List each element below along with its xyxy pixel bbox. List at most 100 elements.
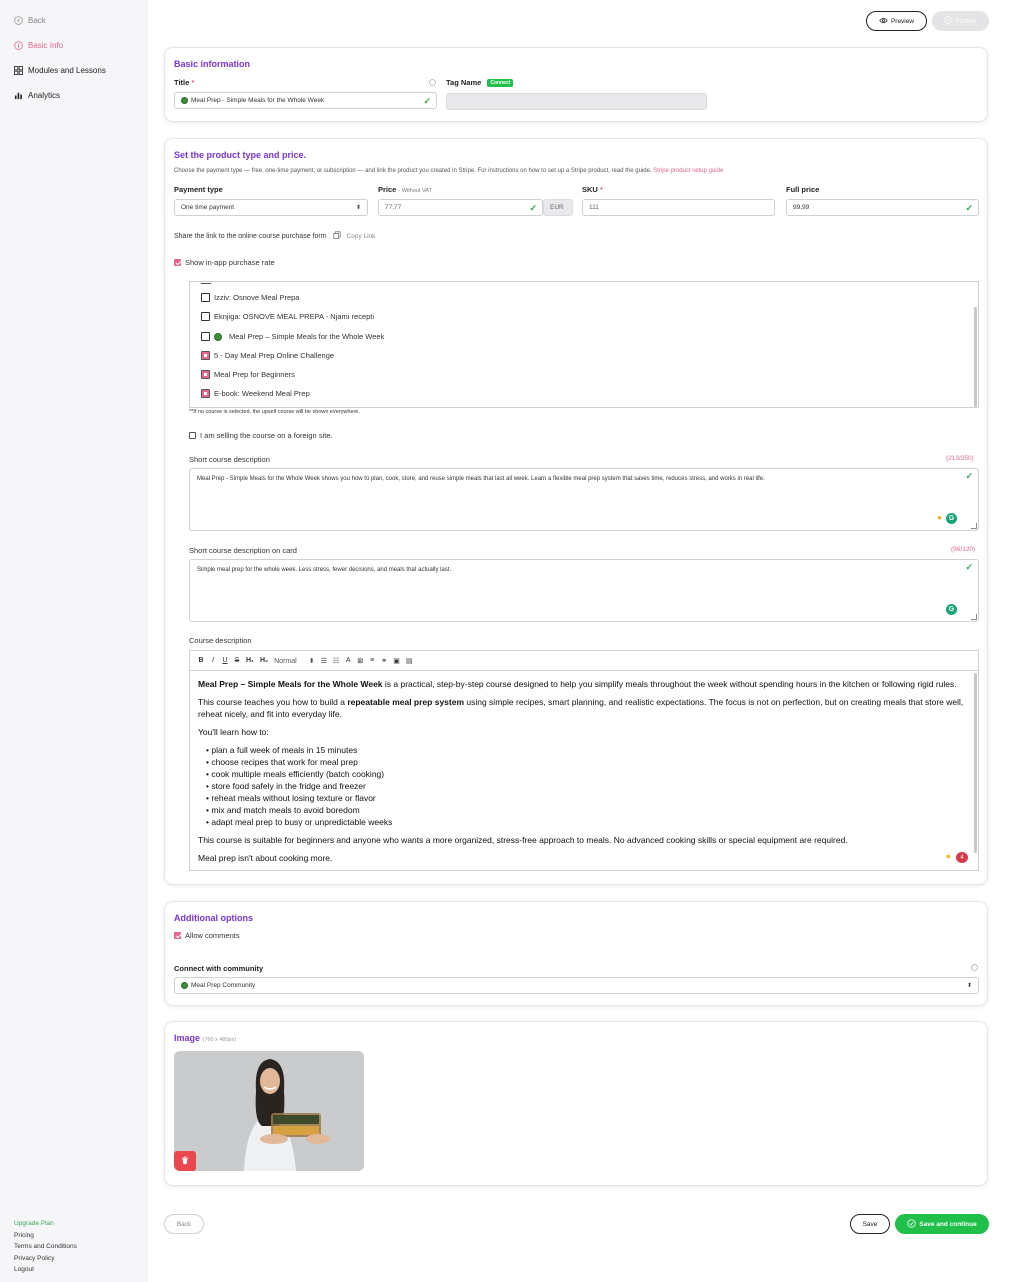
price-input[interactable]: 77,77 ✓ (378, 199, 543, 216)
list-item[interactable]: 5 - Day Meal Prep Online Challenge (201, 351, 334, 360)
list-item[interactable]: Meal Prep – Simple Meals for the Whole W… (201, 332, 384, 341)
list-item: mix and match meals to avoid boredom (206, 804, 970, 816)
course-desc-editor[interactable]: Meal Prep – Simple Meals for the Whole W… (189, 670, 979, 871)
list-item[interactable]: Eknjiga: OSNOVE MEAL PREPA - Njami recep… (201, 312, 374, 321)
tag-name-label: Tag Name Connect (446, 78, 514, 88)
check-icon: ✓ (965, 471, 973, 481)
course-checkbox[interactable] (201, 293, 210, 302)
bullet-list-icon[interactable]: ☷ (333, 657, 339, 665)
save-continue-button[interactable]: Save and continue (895, 1214, 989, 1234)
stripe-guide-link[interactable]: Stripe product setup guide (653, 168, 723, 174)
format-select[interactable]: Normal ⬍ (274, 657, 315, 665)
heading2-icon[interactable]: H₂ (260, 657, 268, 664)
italic-icon[interactable]: I (210, 657, 216, 664)
copy-link-button[interactable]: Copy Link (347, 233, 376, 240)
lightbulb-icon[interactable]: ● (946, 850, 951, 862)
card-desc-textarea[interactable]: Simple meal prep for the whole week. Les… (189, 559, 979, 622)
sidebar-item-analytics[interactable]: Analytics (14, 91, 60, 100)
heading1-icon[interactable]: H₁ (246, 657, 254, 664)
upsell-course-list[interactable]: Izziv: Osnove Meal Prepa Eknjiga: OSNOVE… (189, 281, 979, 408)
notification-badge-icon[interactable]: 4 (956, 852, 968, 863)
list-item[interactable]: Meal Prep for Beginners (201, 370, 295, 379)
course-checkbox[interactable] (201, 370, 210, 379)
section-title: Image (760 x 480px) (174, 1033, 237, 1043)
eye-icon (879, 17, 888, 26)
bold-icon[interactable]: B (198, 657, 204, 664)
delete-image-button[interactable] (174, 1151, 196, 1171)
connect-badge[interactable]: Connect (487, 79, 514, 88)
course-checkbox[interactable] (201, 332, 210, 341)
info-icon (429, 79, 436, 88)
resize-handle[interactable] (971, 614, 977, 620)
allow-comments-checkbox[interactable] (174, 932, 181, 939)
basic-info-card: Basic information Title * Meal Prep - Si… (164, 47, 988, 122)
additional-options-card: Additional options Allow comments Connec… (164, 901, 988, 1006)
grammarly-icon[interactable]: G (946, 513, 957, 524)
price-label: Price - Without VAT (378, 185, 432, 194)
sidebar-item-back[interactable]: Back (14, 16, 46, 25)
sidebar-item-modules[interactable]: Modules and Lessons (14, 66, 106, 75)
grammarly-icon[interactable]: G (946, 604, 957, 615)
trash-icon (181, 1156, 189, 1167)
short-desc-textarea[interactable]: Meal Prep - Simple Meals for the Whole W… (189, 468, 979, 531)
list-item: cook multiple meals efficiently (batch c… (206, 768, 970, 780)
tag-name-input[interactable] (446, 93, 707, 110)
pricing-link[interactable]: Pricing (14, 1230, 77, 1242)
title-label: Title * (174, 78, 195, 87)
grid-icon (14, 66, 23, 75)
payment-type-select[interactable]: One time payment ⬍ (174, 199, 368, 216)
section-title: Set the product type and price. (174, 150, 307, 160)
course-desc-label: Course description (189, 636, 252, 645)
terms-link[interactable]: Terms and Conditions (14, 1241, 77, 1253)
course-checkbox[interactable] (201, 312, 210, 321)
sidebar-item-basic-info[interactable]: Basic Info (14, 41, 63, 50)
logout-link[interactable]: Logout (14, 1264, 77, 1276)
check-circle-icon (907, 1218, 916, 1230)
sidebar-item-label: Analytics (28, 91, 61, 100)
image-icon[interactable]: ▤ (406, 657, 413, 665)
list-item[interactable]: E-book: Weekend Meal Prep (201, 389, 310, 398)
community-select[interactable]: Meal Prep Community ⬍ (174, 977, 979, 994)
course-checkbox[interactable] (201, 351, 210, 360)
foreign-site-row[interactable]: I am selling the course on a foreign sit… (189, 431, 333, 440)
editor-bullet-list: plan a full week of meals in 15 minutes … (206, 744, 970, 828)
show-rate-checkbox[interactable] (174, 259, 181, 266)
section-title: Basic information (174, 59, 251, 69)
community-label: Connect with community (174, 964, 264, 973)
full-price-label: Full price (786, 185, 820, 194)
title-input[interactable]: Meal Prep - Simple Meals for the Whole W… (174, 92, 437, 109)
sidebar-item-label: Modules and Lessons (28, 66, 106, 75)
sku-input[interactable]: 111 (582, 199, 775, 216)
copy-icon[interactable] (332, 231, 341, 241)
align-icon[interactable]: ≡ (369, 657, 375, 664)
full-price-input[interactable]: 99,99 ✓ (786, 199, 979, 216)
clear-format-icon[interactable]: ⊠ (357, 657, 363, 665)
publish-button[interactable]: Publish (932, 11, 989, 31)
save-button[interactable]: Save (850, 1214, 890, 1234)
embed-icon[interactable]: ▣ (393, 657, 400, 665)
show-rate-checkbox-row[interactable]: Show in-app purchase rate (174, 258, 275, 267)
section-title: Additional options (174, 913, 253, 923)
emoji-icon: ● (937, 513, 942, 522)
check-icon: ✓ (965, 203, 973, 213)
allow-comments-row[interactable]: Allow comments (174, 931, 240, 940)
course-checkbox[interactable] (201, 389, 210, 398)
link-icon[interactable]: ⚭ (381, 657, 387, 665)
text-color-icon[interactable]: A (345, 657, 351, 664)
select-arrows-icon: ⬍ (966, 983, 972, 989)
upgrade-plan-link[interactable]: Upgrade Plan (14, 1218, 77, 1230)
editor-scrollbar[interactable] (974, 673, 977, 853)
strike-icon[interactable]: S (234, 657, 240, 664)
underline-icon[interactable]: U (222, 657, 228, 664)
list-scrollbar[interactable] (974, 307, 977, 407)
list-item: choose recipes that work for meal prep (206, 756, 970, 768)
back-button[interactable]: Back (164, 1214, 204, 1234)
ordered-list-icon[interactable]: ☰ (321, 657, 327, 665)
list-item[interactable]: Izziv: Osnove Meal Prepa (201, 293, 299, 302)
woman-holding-meal-prep-photo (174, 1051, 364, 1171)
privacy-link[interactable]: Privacy Policy (14, 1253, 77, 1265)
preview-button[interactable]: Preview (866, 11, 927, 31)
resize-handle[interactable] (971, 523, 977, 529)
editor-toolbar: B I U S H₁ H₂ Normal ⬍ ☰ ☷ A ⊠ ≡ ⚭ ▣ ▤ (189, 650, 979, 670)
foreign-site-checkbox[interactable] (189, 432, 196, 439)
